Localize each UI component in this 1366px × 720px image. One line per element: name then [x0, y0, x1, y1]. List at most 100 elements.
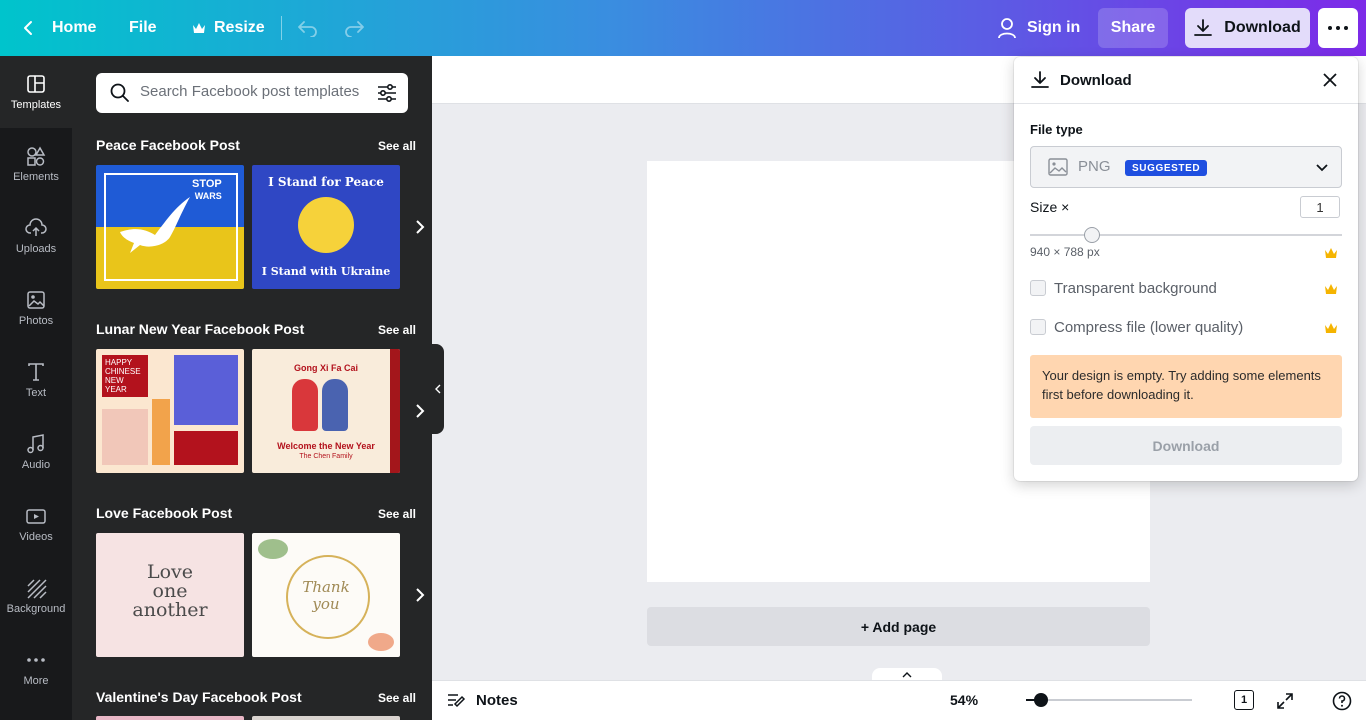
thumb-text: Thank [302, 578, 350, 596]
size-value: 1 [1316, 199, 1324, 215]
thumb-text: I Stand with Ukraine [261, 265, 391, 278]
see-all-link[interactable]: See all [378, 507, 416, 521]
close-icon[interactable] [1323, 73, 1337, 87]
see-all-link[interactable]: See all [378, 139, 416, 153]
file-type-select[interactable]: PNG SUGGESTED [1030, 146, 1342, 188]
crown-icon [193, 23, 205, 33]
rail-item-background[interactable]: Background [0, 560, 72, 632]
rail-item-uploads[interactable]: Uploads [0, 200, 72, 272]
rail-item-text[interactable]: Text [0, 344, 72, 416]
template-thumbnail[interactable]: STOP WARS [96, 165, 244, 289]
size-slider-thumb[interactable] [1084, 227, 1100, 243]
suggested-badge: SUGGESTED [1125, 160, 1208, 176]
template-search [96, 73, 408, 113]
thumb-text: another [132, 599, 208, 621]
download-icon [1194, 19, 1213, 36]
undo-button[interactable] [297, 0, 319, 56]
template-thumbnail[interactable]: Gong Xi Fa Cai Welcome the New Year The … [252, 349, 400, 473]
thumb-text: NEW YEAR [105, 376, 127, 394]
videos-icon [26, 509, 46, 524]
home-button[interactable]: Home [22, 0, 96, 56]
carousel-next-button[interactable] [408, 165, 432, 289]
side-rail: Templates Elements Uploads Photos Text A… [0, 56, 72, 720]
see-all-link[interactable]: See all [378, 691, 416, 705]
thumb-text: The Chen Family [299, 453, 353, 460]
template-thumbnail[interactable]: Thank you [252, 533, 400, 657]
background-icon [27, 579, 47, 599]
redo-button[interactable] [343, 0, 365, 56]
search-icon [110, 83, 129, 102]
templates-panel: Peace Facebook Post See all STOP WARS I … [72, 56, 432, 720]
size-input[interactable]: 1 [1300, 196, 1340, 218]
search-input[interactable] [140, 83, 360, 100]
undo-icon [298, 21, 317, 37]
more-options-button[interactable] [1318, 8, 1358, 48]
crown-icon [1325, 248, 1337, 258]
crown-icon [1325, 284, 1337, 294]
rail-label: Background [6, 603, 66, 615]
resize-label: Resize [214, 19, 265, 36]
download-top-button[interactable]: Download [1185, 8, 1310, 48]
download-icon [1031, 71, 1049, 88]
add-page-button[interactable]: + Add page [647, 607, 1150, 646]
thumb-text: HAPPY [105, 358, 133, 367]
empty-design-warning: Your design is empty. Try adding some el… [1030, 355, 1342, 418]
share-label: Share [1110, 19, 1156, 36]
file-label: File [129, 19, 157, 36]
download-panel: Download File type PNG SUGGESTED Size × … [1014, 57, 1358, 481]
zoom-slider[interactable] [1026, 693, 1192, 707]
rail-item-photos[interactable]: Photos [0, 272, 72, 344]
bottom-bar: Notes 54% 1 [432, 680, 1366, 720]
rail-item-videos[interactable]: Videos [0, 488, 72, 560]
collapse-panel-button[interactable] [432, 344, 444, 434]
filter-icon[interactable] [377, 83, 397, 103]
template-thumbnail[interactable] [96, 716, 244, 720]
size-slider[interactable] [1030, 234, 1342, 236]
see-all-link[interactable]: See all [378, 323, 416, 337]
page-count-button[interactable]: 1 [1234, 690, 1254, 710]
zoom-level[interactable]: 54% [950, 692, 978, 708]
resize-button[interactable]: Resize [192, 0, 265, 56]
warning-text: Your design is empty. Try adding some el… [1042, 368, 1321, 402]
share-button[interactable]: Share [1098, 8, 1168, 48]
download-panel-header: Download [1014, 57, 1358, 104]
compress-file-label: Compress file (lower quality) [1054, 319, 1244, 336]
compress-file-checkbox[interactable] [1030, 319, 1046, 335]
template-thumbnail[interactable]: Love one another [96, 533, 244, 657]
transparent-background-checkbox[interactable] [1030, 280, 1046, 296]
thumb-text: Welcome the New Year [277, 441, 375, 451]
rail-item-more[interactable]: More [0, 632, 72, 704]
section-title: Lunar New Year Facebook Post [96, 321, 305, 337]
help-icon[interactable] [1332, 691, 1352, 711]
zoom-slider-thumb[interactable] [1034, 693, 1048, 707]
notes-button[interactable]: Notes [446, 691, 518, 709]
template-thumbnail[interactable]: HAPPY CHINESE NEW YEAR [96, 349, 244, 473]
sign-in-label: Sign in [1027, 19, 1081, 36]
notes-icon [448, 694, 466, 708]
rail-label: Videos [19, 531, 53, 543]
download-panel-title: Download [1060, 72, 1132, 89]
carousel-next-button[interactable] [408, 533, 432, 657]
chevron-left-icon [435, 384, 441, 394]
rail-label: Templates [10, 99, 62, 111]
carousel-next-button[interactable] [408, 349, 432, 473]
section-title: Peace Facebook Post [96, 137, 240, 153]
photos-icon [27, 291, 45, 309]
download-submit-button[interactable]: Download [1030, 426, 1342, 465]
audio-icon [27, 434, 44, 454]
fullscreen-icon[interactable] [1276, 692, 1294, 710]
template-thumbnail[interactable]: I Stand for Peace I Stand with Ukraine [252, 165, 400, 289]
crown-icon [1325, 323, 1337, 333]
rail-item-audio[interactable]: Audio [0, 416, 72, 488]
rail-item-elements[interactable]: Elements [0, 128, 72, 200]
sign-in-button[interactable]: Sign in [997, 0, 1080, 56]
top-toolbar: Home File Resize Sign in Share Download [0, 0, 1366, 56]
file-menu-button[interactable]: File [129, 0, 157, 56]
section-title: Valentine's Day Facebook Post [96, 689, 302, 705]
file-type-label: File type [1030, 122, 1083, 137]
rail-item-templates[interactable]: Templates [0, 56, 72, 128]
uploads-icon [25, 218, 47, 236]
template-thumbnail[interactable] [252, 716, 400, 720]
chevron-down-icon [1316, 164, 1328, 172]
chevron-right-icon [416, 588, 425, 602]
